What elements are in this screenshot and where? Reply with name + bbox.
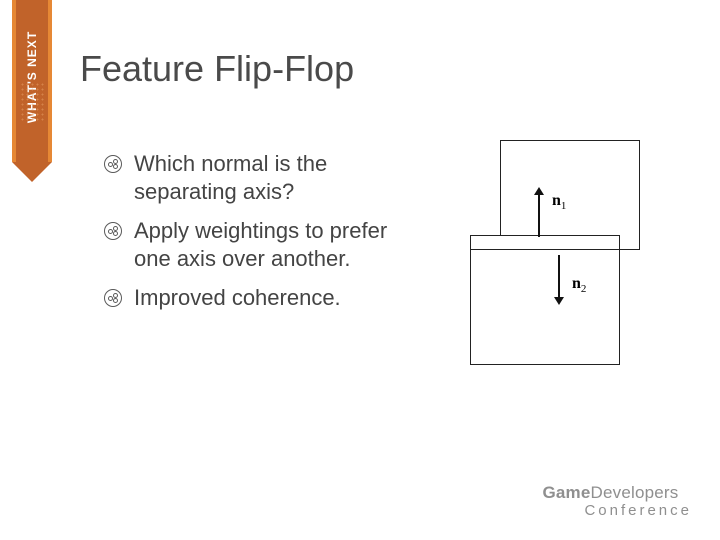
label-n1: n1 xyxy=(552,192,566,212)
box-bottom xyxy=(470,235,620,365)
bullet-icon xyxy=(104,155,122,173)
bullet-text: Apply weightings to prefer one axis over… xyxy=(134,217,404,272)
label-n2: n2 xyxy=(572,275,586,295)
overlap-edge xyxy=(470,249,620,250)
slide-title: Feature Flip-Flop xyxy=(80,48,354,90)
bullet-text: Which normal is the separating axis? xyxy=(134,150,404,205)
list-item: Improved coherence. xyxy=(104,284,404,312)
bullet-list: Which normal is the separating axis? App… xyxy=(104,150,404,324)
whats-next-ribbon: WHAT'S NEXT xyxy=(12,0,52,182)
arrow-n1 xyxy=(538,195,540,237)
logo-game: Game xyxy=(542,483,590,502)
logo-developers: Developers xyxy=(591,483,679,502)
gdc-logo: GameDevelopers Conference xyxy=(542,484,692,518)
arrow-n2 xyxy=(558,255,560,297)
box-top xyxy=(500,140,640,250)
bullet-icon xyxy=(104,289,122,307)
list-item: Apply weightings to prefer one axis over… xyxy=(104,217,404,272)
bullet-text: Improved coherence. xyxy=(134,284,341,312)
list-item: Which normal is the separating axis? xyxy=(104,150,404,205)
bullet-icon xyxy=(104,222,122,240)
logo-conference: Conference xyxy=(542,503,692,518)
separating-axis-diagram: n1 n2 xyxy=(460,140,660,390)
